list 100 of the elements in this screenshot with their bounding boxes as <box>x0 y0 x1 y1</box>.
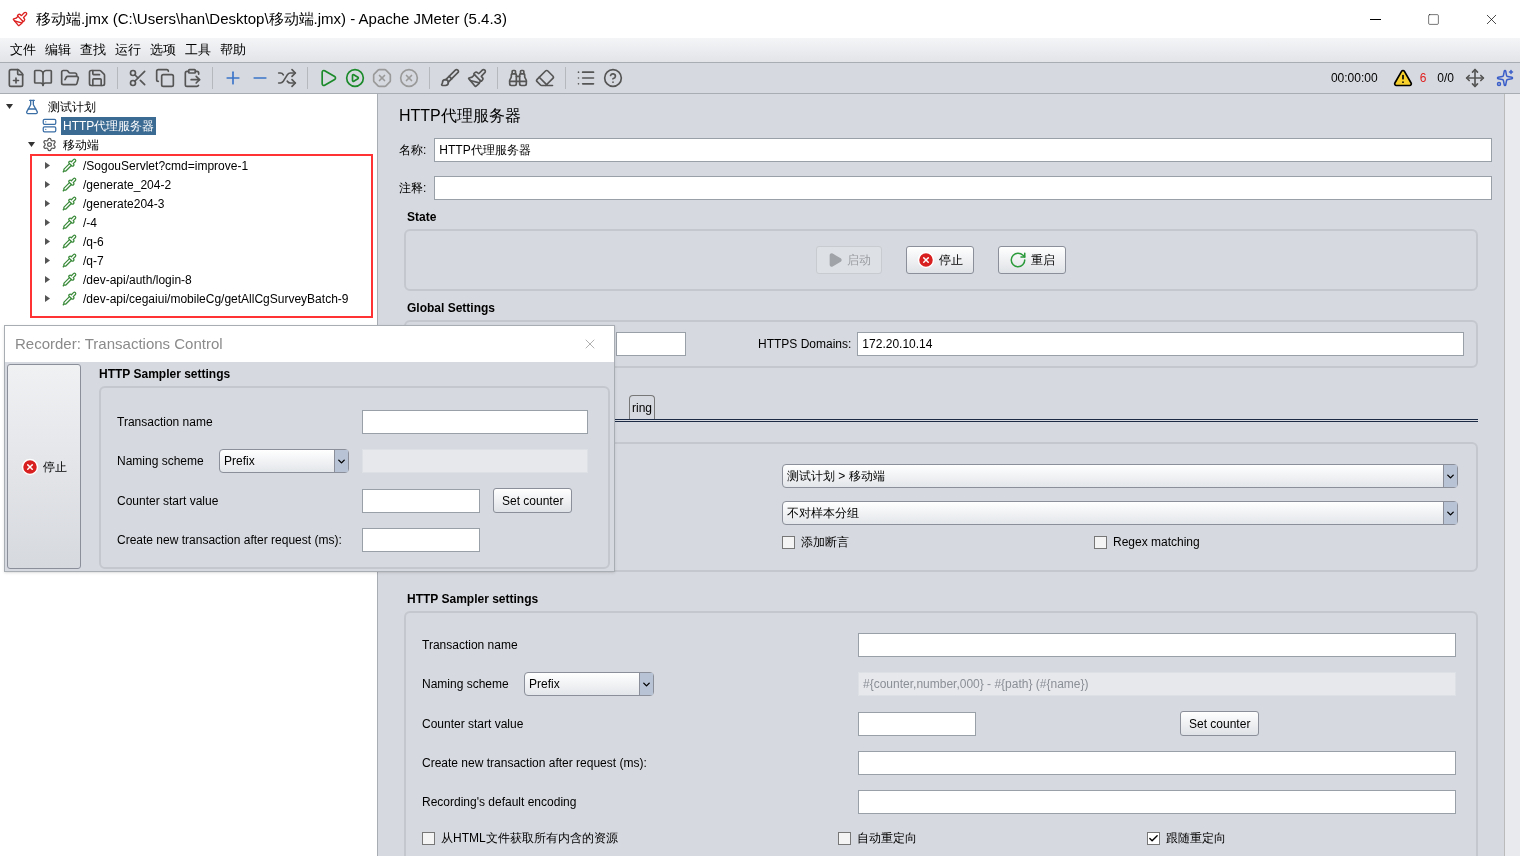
pipette-icon <box>62 291 77 306</box>
expand-arrow-icon[interactable] <box>44 219 51 226</box>
dialog-title: Recorder: Transactions Control <box>15 333 224 354</box>
checkbox-label: Regex matching <box>1113 534 1200 551</box>
collapse-arrow-icon[interactable] <box>6 103 13 110</box>
tree-item[interactable]: /dev-api/cegaiui/mobileCg/getAllCgSurveyBatch-9 <box>81 289 351 308</box>
dropdown[interactable]: 不对样本分组 <box>782 501 1458 525</box>
window-title: 移动端.jmx (C:\Users\han\Desktop\移动端.jmx) - Apache JMeter (5.4.3) <box>36 8 507 29</box>
pipette-icon <box>62 158 77 173</box>
maximize-icon <box>1426 12 1440 26</box>
clipboard-icon[interactable] <box>182 68 202 88</box>
timer: 00:00:00 <box>1330 70 1378 87</box>
menu-item[interactable]: 工具 <box>185 40 211 60</box>
tab[interactable]: ring <box>629 395 655 419</box>
checkbox[interactable] <box>1094 535 1107 549</box>
pipette-icon <box>62 272 77 287</box>
set-counter-button[interactable]: Set counter <box>1180 711 1260 736</box>
arrows-icon[interactable] <box>1465 68 1485 88</box>
checkbox[interactable] <box>838 831 852 845</box>
toggle-icon[interactable] <box>277 68 297 88</box>
field-label: Counter start value <box>117 492 220 510</box>
pipette-icon <box>62 253 77 268</box>
brush-icon[interactable] <box>467 68 487 88</box>
menu-item[interactable]: 运行 <box>115 40 141 60</box>
menu-item[interactable]: 编辑 <box>45 40 71 60</box>
play-icon <box>827 252 843 268</box>
section-title: State <box>407 209 438 226</box>
cross-circle-icon <box>917 251 935 269</box>
server-icon <box>42 118 57 133</box>
save-icon[interactable] <box>87 68 107 88</box>
tree-item[interactable]: HTTP代理服务器 <box>61 116 157 135</box>
dropdown[interactable]: Prefix <box>524 672 654 696</box>
input-field[interactable] <box>616 332 686 356</box>
checkbox[interactable] <box>1147 831 1161 845</box>
tree-item[interactable]: 移动端 <box>61 135 101 154</box>
sparkle-icon[interactable] <box>1496 69 1514 87</box>
input-field[interactable]: 172.20.10.14 <box>857 332 1464 356</box>
field-label: Transaction name <box>422 637 519 654</box>
rotate-arrow-icon <box>1009 251 1027 269</box>
tree-item[interactable]: /SogouServlet?cmd=improve-1 <box>81 156 251 175</box>
checkbox-label: 跟随重定向 <box>1166 830 1227 847</box>
expand-arrow-icon[interactable] <box>44 257 51 264</box>
pipette-icon <box>62 177 77 192</box>
restart-button[interactable]: 重启 <box>998 246 1066 274</box>
input-field[interactable] <box>858 751 1456 775</box>
help-icon[interactable] <box>603 68 623 88</box>
play-icon[interactable] <box>318 68 338 88</box>
input-field[interactable] <box>362 488 480 513</box>
list-icon[interactable] <box>576 68 596 88</box>
stop-button[interactable]: 停止 <box>906 246 974 274</box>
tree-item[interactable]: /q-6 <box>81 232 106 251</box>
field-label: Counter start value <box>422 715 525 733</box>
flask-icon <box>24 98 40 115</box>
play-circle-icon[interactable] <box>345 68 365 88</box>
copy-icon[interactable] <box>155 68 175 88</box>
pipette-icon <box>62 215 77 230</box>
scissors-icon[interactable] <box>128 68 148 88</box>
input-field[interactable] <box>858 711 976 736</box>
field-label: 名称: <box>399 142 427 159</box>
menu-item[interactable]: 选项 <box>150 40 176 60</box>
menu-item[interactable]: 帮助 <box>220 40 246 60</box>
checkbox[interactable] <box>782 535 795 549</box>
input-field[interactable] <box>362 528 480 552</box>
thread-count: 0/0 <box>1437 70 1454 87</box>
input-field[interactable]: HTTP代理服务器 <box>434 138 1492 162</box>
eraser-icon[interactable] <box>535 68 555 88</box>
input-field[interactable] <box>362 410 588 434</box>
input-field[interactable] <box>858 633 1456 657</box>
set-counter-button[interactable]: Set counter <box>493 488 573 513</box>
book-icon[interactable] <box>33 68 53 88</box>
tree-item[interactable]: 测试计划 <box>48 97 96 116</box>
field-label: Naming scheme <box>422 676 510 693</box>
dropdown[interactable]: Prefix <box>219 449 349 473</box>
expand-arrow-icon[interactable] <box>44 295 51 302</box>
dropdown[interactable]: 测试计划 > 移动端 <box>782 464 1458 488</box>
section-title: HTTP Sampler settings <box>99 366 232 383</box>
input-field[interactable] <box>434 176 1492 200</box>
new-file-icon[interactable] <box>6 68 26 88</box>
folder-icon[interactable] <box>60 68 80 88</box>
expand-arrow-icon[interactable] <box>44 181 51 188</box>
scrollbar[interactable] <box>1504 94 1520 856</box>
binoculars-icon[interactable] <box>508 68 528 88</box>
tree-item[interactable]: /dev-api/auth/login-8 <box>81 270 194 289</box>
tree-item[interactable]: /generate_204-2 <box>81 175 174 194</box>
expand-arrow-icon[interactable] <box>44 238 51 245</box>
checkbox[interactable] <box>422 831 435 845</box>
tree-item[interactable]: /-4 <box>81 213 99 232</box>
expand-arrow-icon[interactable] <box>44 276 51 283</box>
expand-arrow-icon[interactable] <box>44 200 51 207</box>
checkbox-label: 从HTML文件获取所有内含的资源 <box>441 830 618 847</box>
warning-icon[interactable] <box>1392 68 1413 88</box>
collapse-arrow-icon[interactable] <box>28 141 35 148</box>
menu-item[interactable]: 查找 <box>80 40 106 60</box>
stop-button[interactable]: 停止 <box>7 364 81 569</box>
field-label: Create new transaction after request (ms): <box>117 532 343 549</box>
menu-item[interactable]: 文件 <box>10 40 36 60</box>
expand-arrow-icon[interactable] <box>44 162 51 169</box>
input-field[interactable] <box>858 790 1456 814</box>
tree-item[interactable]: /generate204-3 <box>81 194 167 213</box>
tree-item[interactable]: /q-7 <box>81 251 106 270</box>
